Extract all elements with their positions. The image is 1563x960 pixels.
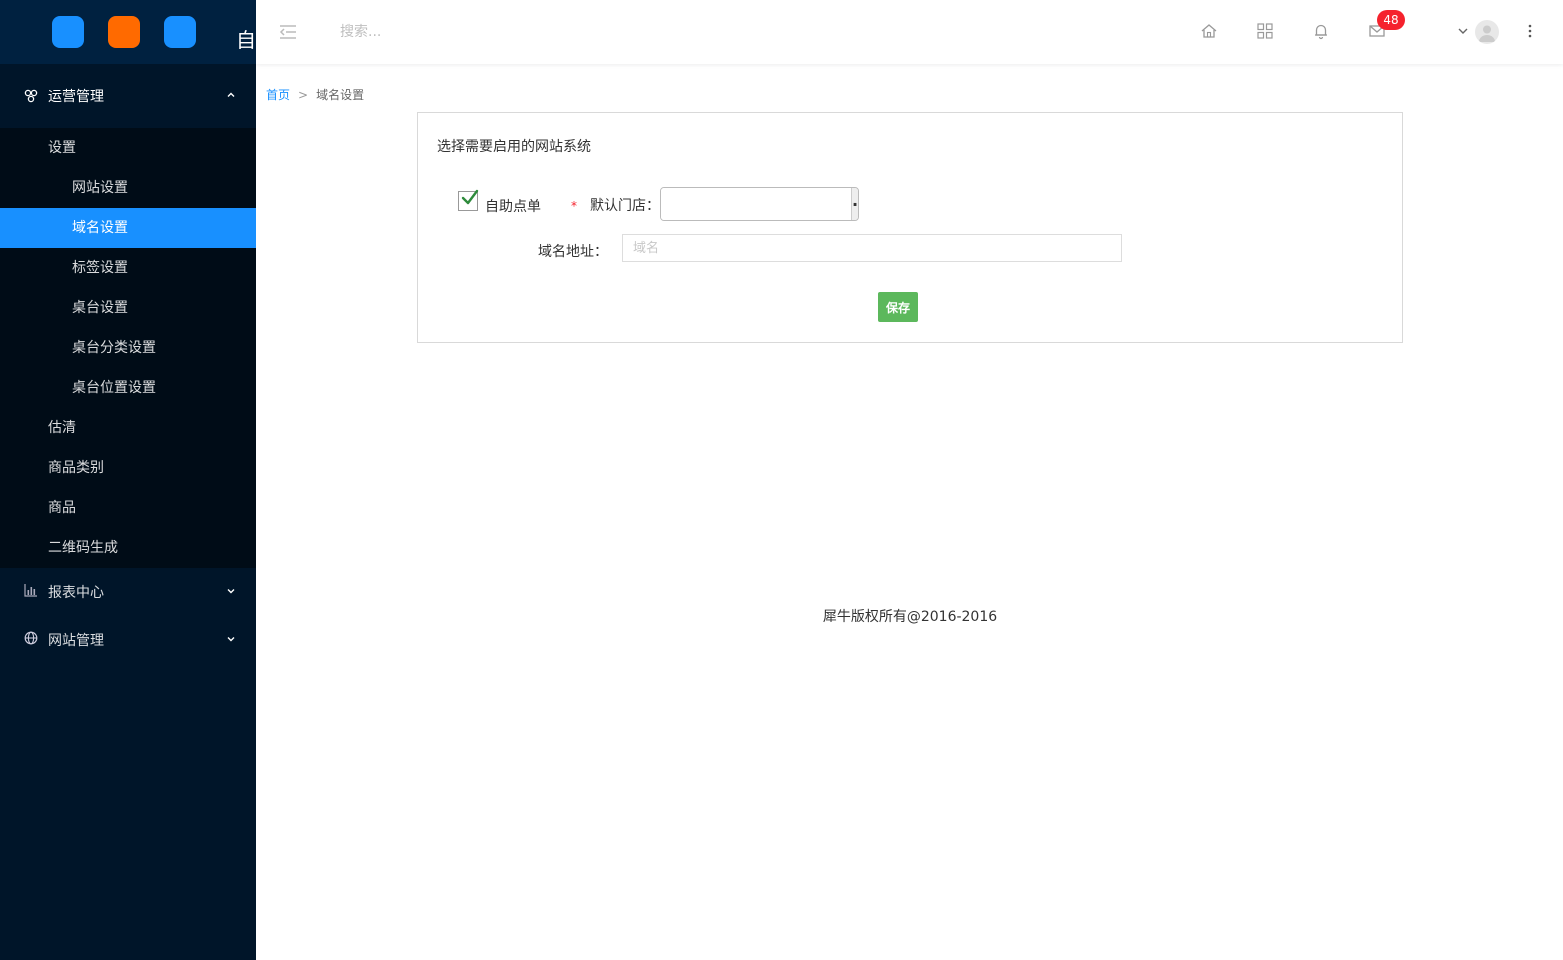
- sidebar-item-sold-out[interactable]: 估清: [0, 408, 256, 448]
- sidebar-item-table-location-settings[interactable]: 桌台位置设置: [0, 368, 256, 408]
- default-store-field: ···: [660, 187, 859, 221]
- domain-input[interactable]: [622, 234, 1122, 262]
- logo-bar: 自: [0, 0, 256, 64]
- sidebar: 自 运营管理 设置 网站设置 域名设置 标签设置 桌台设置 桌台分类设置 桌台位…: [0, 0, 256, 960]
- chevron-down-icon: [226, 634, 236, 647]
- domain-settings-card: 选择需要启用的网站系统 自助点单 * 默认门店： ··· 域名地址： 保存: [417, 112, 1403, 343]
- sidebar-group-label: 网站管理: [48, 633, 104, 649]
- sidebar-item-domain-settings[interactable]: 域名设置: [0, 208, 256, 248]
- chevron-down-icon[interactable]: [1456, 24, 1470, 38]
- chevron-up-icon: [226, 90, 236, 103]
- more-vertical-icon[interactable]: [1522, 23, 1538, 39]
- sidebar-item-products[interactable]: 商品: [0, 488, 256, 528]
- cluster-icon: [24, 89, 38, 103]
- sidebar-item-site-settings[interactable]: 网站设置: [0, 168, 256, 208]
- apps-grid-icon[interactable]: [1256, 22, 1274, 40]
- breadcrumb: 首页 > 域名设置: [266, 86, 364, 103]
- sidebar-item-table-category-settings[interactable]: 桌台分类设置: [0, 328, 256, 368]
- self-order-checkbox[interactable]: [458, 189, 479, 211]
- sidebar-item-product-category[interactable]: 商品类别: [0, 448, 256, 488]
- sidebar-group-operations[interactable]: 运营管理: [0, 64, 256, 128]
- sidebar-group-reports[interactable]: 报表中心: [0, 568, 256, 616]
- sidebar-group-label: 运营管理: [48, 89, 104, 105]
- default-store-label: 默认门店：: [590, 198, 660, 214]
- breadcrumb-home-link[interactable]: 首页: [266, 88, 290, 102]
- sidebar-submenu: 设置 网站设置 域名设置 标签设置 桌台设置 桌台分类设置 桌台位置设置 估清 …: [0, 128, 256, 568]
- menu-fold-icon[interactable]: [278, 22, 298, 42]
- chevron-down-icon: [226, 586, 236, 599]
- logo-square-1: [52, 16, 84, 48]
- logo-text: 自: [236, 28, 256, 52]
- sidebar-group-website[interactable]: 网站管理: [0, 616, 256, 664]
- search-input[interactable]: [340, 20, 540, 44]
- store-picker-button[interactable]: ···: [851, 188, 858, 220]
- top-header: 48: [256, 0, 1563, 64]
- sidebar-item-tag-settings[interactable]: 标签设置: [0, 248, 256, 288]
- notification-badge: 48: [1377, 10, 1405, 30]
- footer-copyright: 犀牛版权所有@2016-2016: [822, 609, 998, 625]
- sidebar-item-table-settings[interactable]: 桌台设置: [0, 288, 256, 328]
- sidebar-item-settings[interactable]: 设置: [0, 128, 256, 168]
- form-title: 选择需要启用的网站系统: [437, 139, 591, 155]
- self-order-label: 自助点单: [485, 199, 541, 215]
- bar-chart-icon: [24, 583, 38, 601]
- default-store-input[interactable]: [661, 188, 851, 220]
- logo-square-2: [108, 16, 140, 48]
- breadcrumb-current: 域名设置: [316, 88, 365, 102]
- required-mark: *: [571, 199, 577, 213]
- save-button[interactable]: 保存: [878, 292, 918, 322]
- globe-icon: [24, 631, 38, 649]
- breadcrumb-separator: >: [298, 88, 309, 102]
- sidebar-group-label: 报表中心: [48, 585, 104, 601]
- avatar[interactable]: [1475, 20, 1499, 44]
- bell-icon[interactable]: [1312, 22, 1330, 40]
- logo-square-3: [164, 16, 196, 48]
- domain-address-label: 域名地址：: [538, 244, 608, 260]
- sidebar-item-qrcode[interactable]: 二维码生成: [0, 528, 256, 568]
- home-icon[interactable]: [1200, 22, 1218, 40]
